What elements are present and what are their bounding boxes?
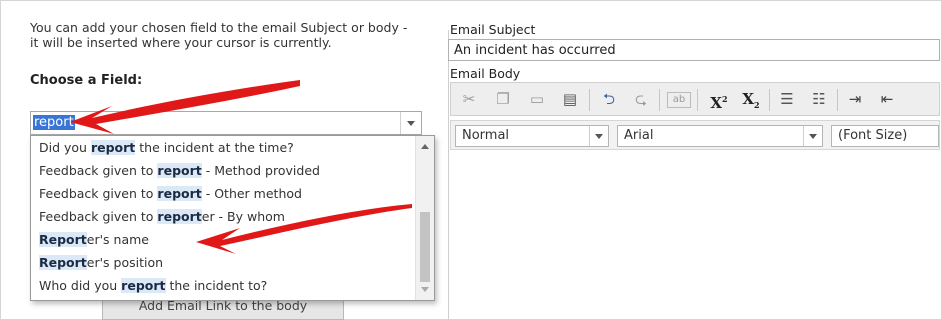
annotation-arrow-bottom <box>250 297 410 320</box>
annotation-arrow-top <box>70 80 300 134</box>
annotation-arrow-lower <box>196 204 412 254</box>
annotation-arrows <box>70 80 412 320</box>
annotation-arrow-2 <box>245 302 410 320</box>
annotation-arrow-reporter <box>240 300 410 320</box>
annotation-arrow-middle <box>220 302 408 320</box>
annotation-arrow-name <box>248 300 408 320</box>
